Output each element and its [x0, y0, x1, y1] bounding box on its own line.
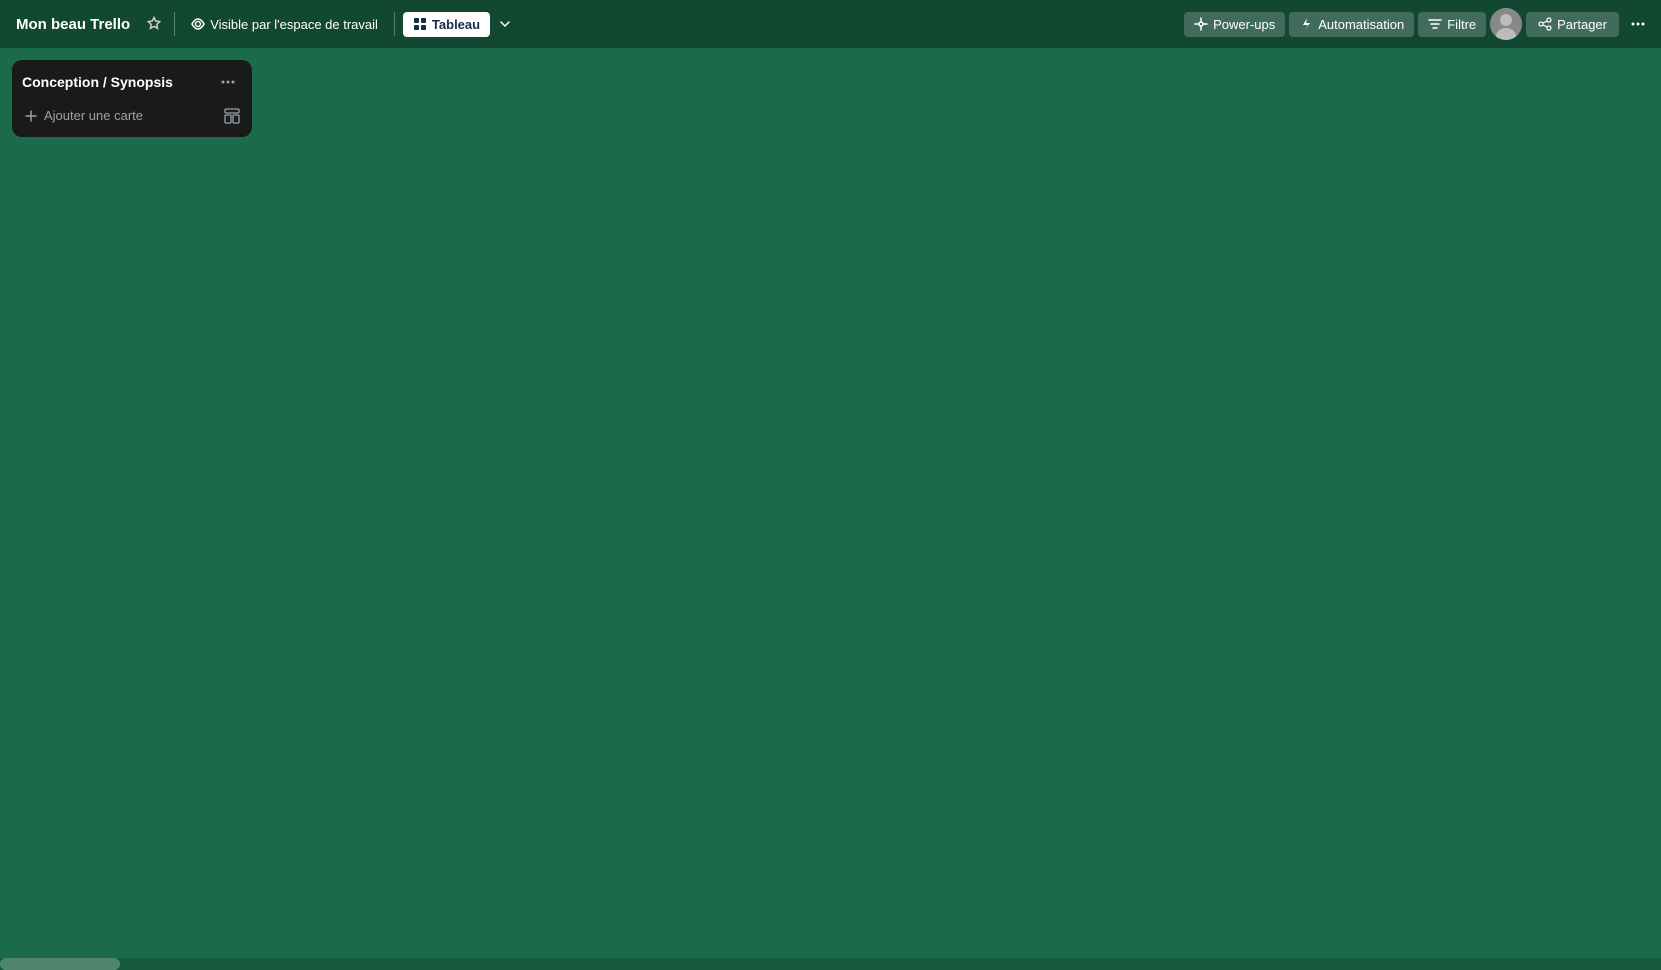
add-card-template-button[interactable] — [220, 104, 244, 128]
nav-separator-1 — [174, 12, 175, 36]
share-label: Partager — [1557, 17, 1607, 32]
list-menu-button[interactable] — [214, 72, 242, 92]
navbar-right: Power-ups Automatisation Filtre — [1184, 8, 1653, 40]
plus-icon — [24, 109, 38, 123]
tableau-chevron-button[interactable] — [494, 13, 516, 35]
tableau-icon — [413, 17, 427, 31]
more-options-button[interactable] — [1623, 11, 1653, 37]
visibility-icon — [191, 17, 205, 31]
automation-label: Automatisation — [1318, 17, 1404, 32]
filter-label: Filtre — [1447, 17, 1476, 32]
powerups-label: Power-ups — [1213, 17, 1275, 32]
template-icon — [224, 108, 240, 124]
bottom-scrollbar[interactable] — [0, 958, 1661, 970]
more-icon — [1629, 15, 1647, 33]
share-button[interactable]: Partager — [1526, 12, 1619, 37]
star-icon — [146, 16, 162, 32]
lightning-icon — [1299, 17, 1313, 31]
filter-button[interactable]: Filtre — [1418, 12, 1486, 37]
visibility-button[interactable]: Visible par l'espace de travail — [183, 13, 386, 36]
board-content: Conception / Synopsis Ajouter une carte — [0, 48, 1661, 958]
powerups-icon — [1194, 17, 1208, 31]
tableau-label: Tableau — [432, 17, 480, 32]
scrollbar-thumb[interactable] — [0, 958, 120, 970]
chevron-down-icon — [498, 17, 512, 31]
star-button[interactable] — [142, 12, 166, 36]
add-card-button[interactable]: Ajouter une carte — [20, 102, 220, 129]
list-header: Conception / Synopsis — [20, 68, 244, 96]
navbar: Mon beau Trello Visible par l'espace de … — [0, 0, 1661, 48]
tableau-button[interactable]: Tableau — [403, 12, 490, 37]
list-more-icon — [220, 74, 236, 90]
add-card-label: Ajouter une carte — [44, 108, 143, 123]
powerups-button[interactable]: Power-ups — [1184, 12, 1285, 37]
nav-separator-2 — [394, 12, 395, 36]
list-conception-synopsis: Conception / Synopsis Ajouter une carte — [12, 60, 252, 137]
board-title[interactable]: Mon beau Trello — [8, 12, 138, 37]
avatar-image — [1490, 8, 1522, 40]
share-icon — [1538, 17, 1552, 31]
automation-button[interactable]: Automatisation — [1289, 12, 1414, 37]
navbar-left: Mon beau Trello Visible par l'espace de … — [8, 12, 1180, 37]
avatar[interactable] — [1490, 8, 1522, 40]
visibility-label: Visible par l'espace de travail — [210, 17, 378, 32]
list-footer: Ajouter une carte — [20, 102, 244, 129]
filter-icon — [1428, 17, 1442, 31]
list-title: Conception / Synopsis — [22, 74, 214, 90]
